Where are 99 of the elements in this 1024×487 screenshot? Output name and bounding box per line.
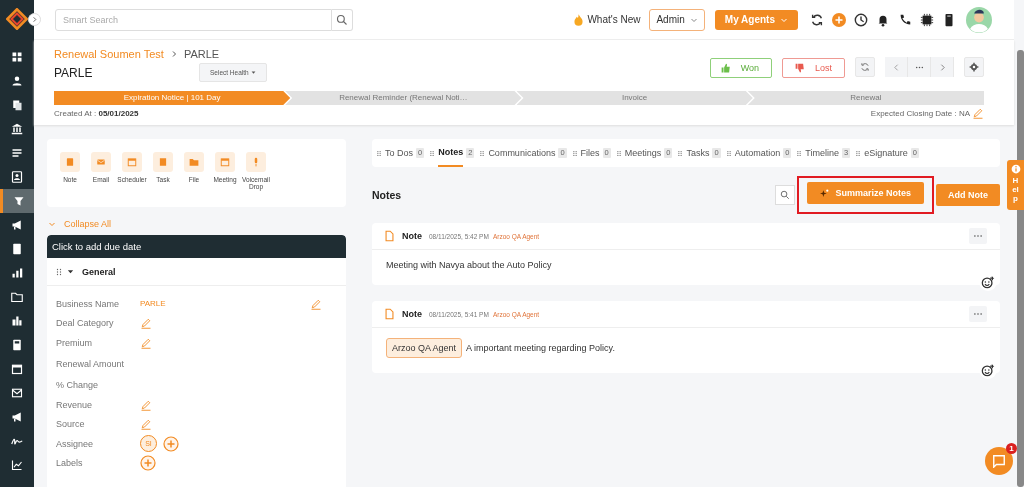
list-icon: [11, 147, 23, 159]
mention-tag[interactable]: Arzoo QA Agent: [386, 338, 463, 358]
expected-closing-date: Expected Closing Date : NA: [870, 108, 970, 118]
tab[interactable]: Automation: [734, 139, 781, 167]
field-label: Assignee: [56, 438, 95, 449]
notification-badge: 1: [1006, 443, 1017, 454]
breadcrumb-current: PARLE: [183, 48, 220, 60]
drag-handle-icon[interactable]: [677, 148, 684, 158]
calendar-icon: [11, 363, 23, 375]
email-icon: [96, 157, 106, 167]
calendar-icon: [220, 157, 230, 167]
search-field[interactable]: Smart Search: [55, 8, 332, 31]
chevron-right-icon: [31, 16, 38, 23]
search-button[interactable]: [775, 185, 796, 205]
tab[interactable]: To Dos: [385, 139, 413, 167]
mail-icon: [11, 387, 23, 399]
refresh-icon[interactable]: [810, 12, 824, 27]
line-chart-icon: [11, 459, 23, 471]
phone-icon[interactable]: [898, 12, 912, 27]
drag-handle-icon[interactable]: [615, 148, 622, 158]
contact-book-icon: [11, 171, 23, 183]
lost-button[interactable]: Lost: [782, 58, 845, 78]
refresh-icon: [860, 62, 870, 72]
megaphone-icon: [11, 219, 23, 231]
field-value: PARLE: [140, 299, 166, 309]
note-icon: [384, 308, 395, 320]
thumbs-up-icon: [720, 63, 731, 73]
role-dropdown[interactable]: Admin: [649, 8, 705, 31]
people-icon: [11, 75, 23, 87]
calendar-icon: [127, 157, 137, 167]
note-type: Note: [402, 231, 422, 241]
tab[interactable]: Meetings: [624, 139, 662, 167]
section-title: General: [82, 266, 116, 277]
drag-handle-icon[interactable]: [429, 148, 436, 158]
drag-handle-icon[interactable]: [855, 148, 862, 158]
settings-icon: [969, 62, 979, 72]
settings-button[interactable]: [964, 57, 984, 77]
note-icon: [384, 230, 395, 242]
note-icon: [65, 157, 75, 167]
chevron-left-icon: [891, 62, 901, 72]
thumbs-down-icon: [795, 63, 805, 73]
drag-handle-icon[interactable]: [725, 148, 732, 158]
drag-handle-icon[interactable]: [479, 148, 486, 158]
chat-button[interactable]: [985, 447, 1013, 475]
grid-icon: [11, 51, 23, 63]
pipeline-stage[interactable]: Invoice: [516, 91, 753, 105]
add-reaction-icon[interactable]: [979, 361, 997, 379]
tab[interactable]: Files: [580, 139, 600, 167]
copy-icon: [11, 99, 23, 111]
section-title: Notes: [372, 189, 402, 201]
field-label: Source: [56, 419, 86, 430]
bank-icon: [11, 123, 23, 135]
flame-icon: [572, 12, 586, 27]
search-icon[interactable]: [336, 13, 348, 26]
note-text: Meeting with Navya about the Auto Policy: [386, 260, 552, 270]
clock-icon[interactable]: [854, 12, 868, 27]
pipeline-stage[interactable]: Renewal Reminder (Renewal Noti…: [285, 91, 522, 105]
created-date: Created At : 05/01/2025: [54, 108, 139, 118]
whats-new-link[interactable]: What's New: [572, 12, 641, 27]
caret-down-icon[interactable]: [67, 268, 74, 275]
tab[interactable]: Timeline: [805, 139, 840, 167]
megaphone-icon: [11, 411, 23, 423]
tab[interactable]: Communications: [488, 139, 556, 167]
info-icon: [1010, 164, 1021, 174]
tab[interactable]: Notes: [438, 139, 464, 167]
caret-down-icon: [250, 70, 256, 75]
chevron-down-icon: [48, 220, 56, 228]
tab[interactable]: Tasks: [686, 139, 710, 167]
field-label: Labels: [56, 458, 84, 469]
filter-icon: [12, 195, 25, 207]
folder-icon: [11, 291, 23, 303]
chip-icon[interactable]: [920, 12, 934, 27]
drag-handle-icon[interactable]: [55, 266, 63, 277]
due-date-bar[interactable]: Click to add due date: [47, 235, 346, 258]
drag-handle-icon[interactable]: [571, 148, 578, 158]
avatar-icon[interactable]: [966, 6, 992, 33]
search-icon: [780, 190, 791, 200]
note-text: A important meeting regarding Policy.: [466, 343, 615, 353]
field-label: % Change: [56, 380, 100, 391]
record-title: PARLE: [54, 65, 94, 80]
add-reaction-icon[interactable]: [979, 273, 997, 291]
logo-icon[interactable]: [6, 8, 28, 30]
field-label: Revenue: [56, 399, 94, 410]
search-button[interactable]: [332, 8, 353, 31]
sparkle-icon: [820, 188, 830, 198]
pipeline-stage[interactable]: Renewal: [747, 91, 984, 105]
tab[interactable]: eSignature: [864, 139, 908, 167]
chat-icon: [992, 454, 1006, 468]
document-icon: [11, 243, 23, 255]
bar-chart-icon: [11, 267, 23, 279]
field-label: Business Name: [56, 298, 121, 309]
calculator-icon: [11, 339, 23, 351]
field-label: Premium: [56, 337, 93, 348]
folder-icon: [189, 157, 199, 167]
field-label: Deal Category: [56, 318, 115, 329]
drag-handle-icon[interactable]: [376, 148, 382, 158]
note-type: Note: [402, 309, 422, 319]
drag-handle-icon[interactable]: [796, 148, 803, 158]
field-label: Renewal Amount: [56, 359, 126, 369]
